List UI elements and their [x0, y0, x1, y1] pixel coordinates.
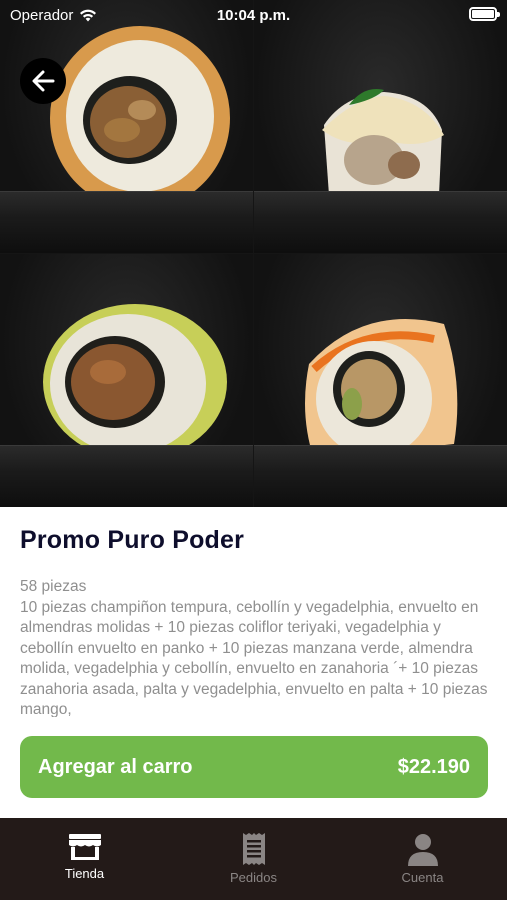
- status-bar: Operador 10:04 p.m.: [0, 0, 507, 30]
- product-hero-image: [0, 0, 507, 507]
- tab-cuenta[interactable]: Cuenta: [338, 818, 507, 900]
- tab-pedidos[interactable]: Pedidos: [169, 818, 338, 900]
- tab-label-cuenta: Cuenta: [401, 870, 444, 885]
- status-time: 10:04 p.m.: [216, 6, 291, 24]
- product-pieces: 58 piezas: [20, 578, 87, 595]
- sushi-roll-sauce-image: [254, 0, 507, 253]
- back-button[interactable]: [20, 58, 66, 104]
- tab-label-pedidos: Pedidos: [230, 870, 277, 885]
- add-to-cart-label: Agregar al carro: [38, 755, 193, 778]
- product-description: 58 piezas 10 piezas champiñon tempura, c…: [20, 577, 490, 717]
- wifi-icon: [80, 9, 97, 21]
- sushi-roll-carrot-image: [254, 254, 507, 507]
- product-title: Promo Puro Poder: [20, 526, 245, 554]
- tab-tienda[interactable]: Tienda: [0, 818, 169, 900]
- arrow-left-icon: [32, 70, 55, 92]
- battery-level: [472, 10, 494, 18]
- product-description-text: 10 piezas champiñon tempura, cebollín y …: [20, 598, 488, 718]
- battery-icon: [469, 7, 500, 21]
- sushi-roll-avocado-image: [0, 254, 253, 507]
- tab-label-tienda: Tienda: [64, 866, 105, 881]
- tab-bar: Tienda Pedidos Cuenta: [0, 818, 507, 900]
- carrier-indicator: Operador: [10, 7, 97, 24]
- receipt-icon: [242, 833, 265, 865]
- sushi-roll-tempura-image: [0, 0, 253, 253]
- add-to-cart-button[interactable]: Agregar al carro $22.190: [20, 736, 488, 798]
- person-icon: [407, 834, 438, 866]
- store-icon: [68, 834, 101, 860]
- product-price: $22.190: [397, 755, 470, 778]
- carrier-label: Operador: [10, 6, 74, 24]
